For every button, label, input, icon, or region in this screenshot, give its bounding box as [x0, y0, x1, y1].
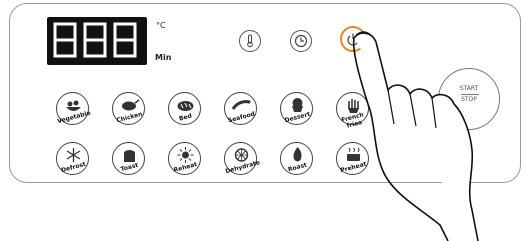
led-display [47, 17, 147, 65]
defrost-button[interactable]: Defrost [56, 142, 89, 175]
vegetable-button[interactable]: Vegetable [56, 92, 91, 125]
pointing-hand-illustration [352, 31, 479, 241]
seafood-button[interactable]: Seafood [224, 92, 257, 125]
bread-button[interactable]: Bed [168, 92, 201, 125]
chicken-button[interactable]: Chicken [112, 92, 145, 125]
thermometer-icon [247, 34, 253, 48]
dessert-button[interactable]: Dessert [280, 92, 313, 125]
timer-button[interactable] [290, 30, 312, 52]
temperature-unit: °C [156, 21, 166, 30]
temperature-button[interactable] [239, 30, 261, 52]
dehydrate-button[interactable]: Dehydrate [224, 142, 261, 175]
roast-button[interactable]: Roast [280, 142, 313, 175]
clock-icon [294, 34, 308, 48]
display-digits [53, 22, 137, 58]
time-unit: Min [155, 53, 172, 62]
reheat-button[interactable]: Reheat [168, 142, 201, 175]
toast-button[interactable]: Toast [112, 142, 145, 175]
